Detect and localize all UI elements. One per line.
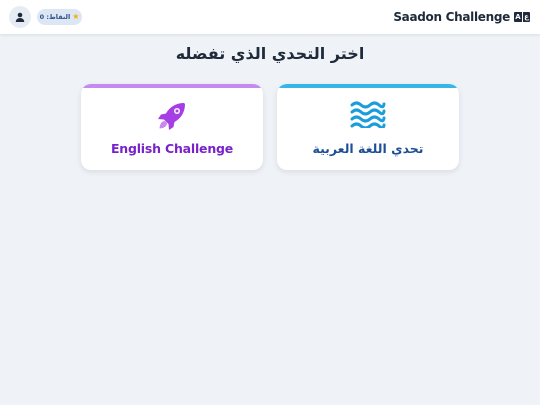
arabic-challenge-card[interactable]: تحدي اللغة العربية xyxy=(277,84,459,170)
card-accent-bar xyxy=(277,84,459,88)
english-challenge-label: English Challenge xyxy=(110,141,234,156)
page-title: اختر التحدي الذي تفضله xyxy=(175,44,365,63)
card-accent-bar xyxy=(81,84,263,88)
points-label: النقاط: 0 xyxy=(39,13,71,21)
brand-logo-letter-ain: ع xyxy=(522,12,530,22)
brand-logo-letter-a: A xyxy=(514,12,522,22)
water-waves-icon xyxy=(350,101,386,128)
arabic-challenge-label: تحدي اللغة العربية xyxy=(312,141,424,156)
top-bar: ★ النقاط: 0 Saadon Challenge A ع xyxy=(0,0,540,34)
english-challenge-card[interactable]: English Challenge xyxy=(81,84,263,170)
points-badge: ★ النقاط: 0 xyxy=(37,9,82,25)
brand-title: Saadon Challenge xyxy=(393,10,510,24)
brand[interactable]: Saadon Challenge A ع xyxy=(393,8,530,26)
brand-logo: A ع xyxy=(514,12,530,22)
rocket-icon xyxy=(158,103,185,130)
star-icon: ★ xyxy=(72,12,80,21)
user-account-button[interactable] xyxy=(9,6,31,28)
user-icon xyxy=(15,12,25,22)
